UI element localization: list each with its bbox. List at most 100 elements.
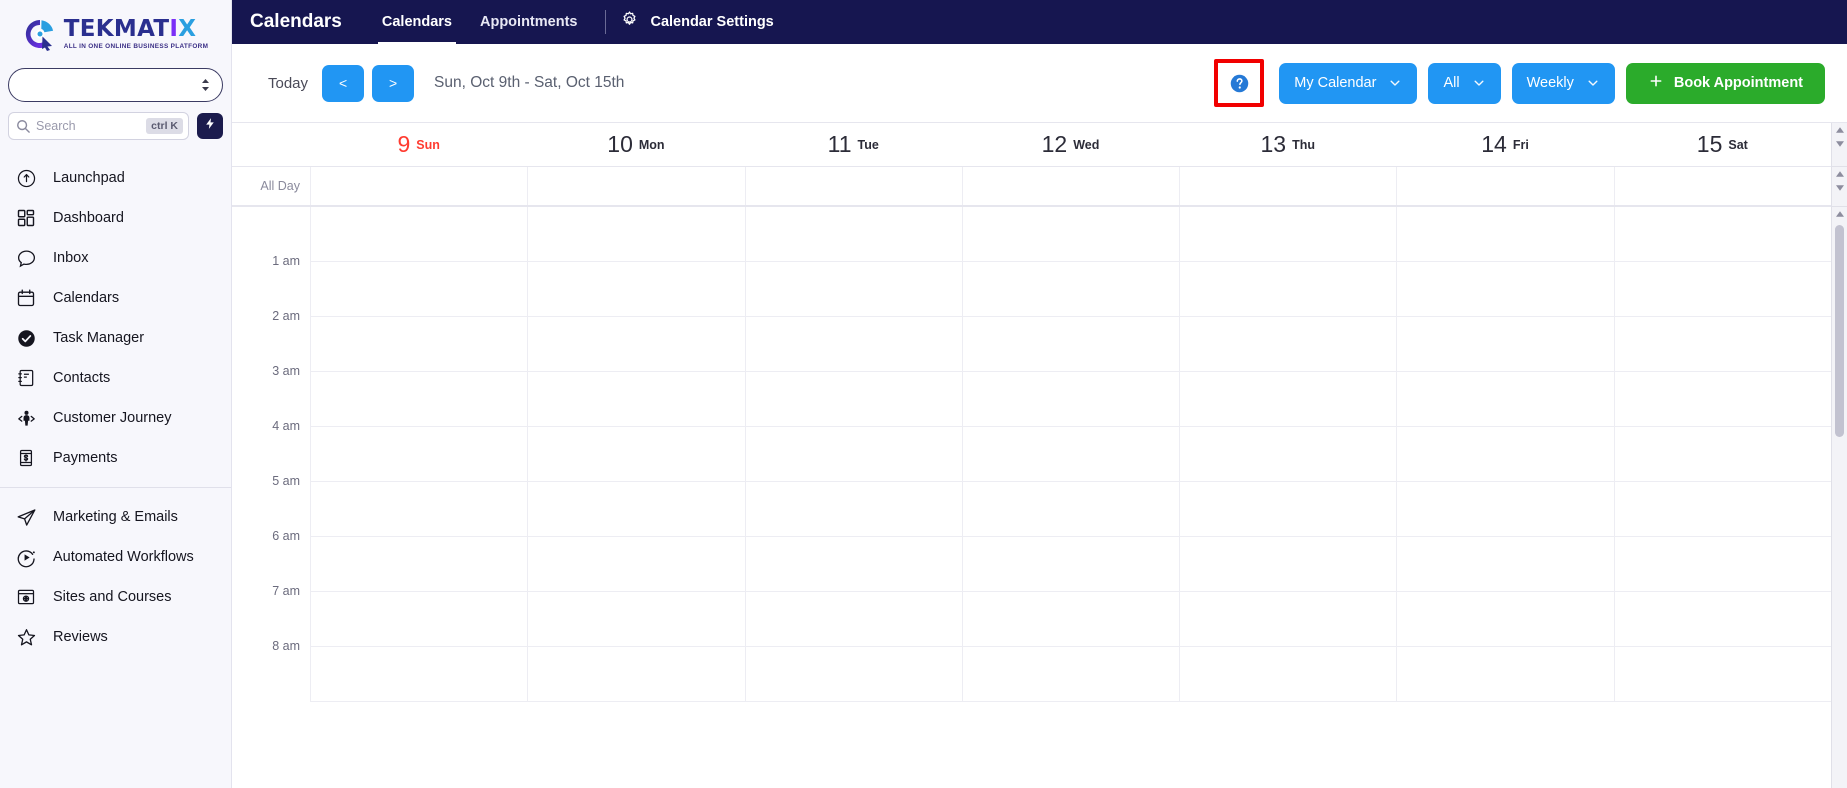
time-cell[interactable] <box>962 317 1180 372</box>
time-cell[interactable] <box>745 317 962 372</box>
time-cell[interactable] <box>311 647 528 702</box>
time-cell[interactable] <box>1397 537 1614 592</box>
time-cell[interactable] <box>1180 317 1397 372</box>
time-cell[interactable] <box>1397 372 1614 427</box>
search-input[interactable]: Search ctrl K <box>8 112 189 140</box>
calendar-settings-button[interactable]: Calendar Settings <box>620 10 774 34</box>
calendar-filter-dropdown[interactable]: My Calendar <box>1279 62 1418 104</box>
time-cell[interactable] <box>528 482 745 537</box>
time-cell[interactable] <box>528 207 745 262</box>
time-cell[interactable] <box>745 372 962 427</box>
time-cell[interactable] <box>1180 482 1397 537</box>
day-header-fri[interactable]: 14 Fri <box>1396 123 1613 166</box>
sidebar-item-launchpad[interactable]: Launchpad <box>0 158 231 198</box>
scrollbar-track[interactable] <box>1832 207 1847 788</box>
time-cell[interactable] <box>962 592 1180 647</box>
time-cell[interactable] <box>311 262 528 317</box>
sidebar-item-marketing-emails[interactable]: Marketing & Emails <box>0 497 231 537</box>
all-day-cell[interactable] <box>527 167 744 205</box>
account-select[interactable] <box>8 68 223 102</box>
sidebar-item-payments[interactable]: Payments <box>0 438 231 478</box>
time-grid-scroll[interactable]: 1 am 2 am 3 am 4 am 5 am 6 am 7 am 8 am <box>232 207 1831 788</box>
time-cell[interactable] <box>311 372 528 427</box>
scrollbar-thumb[interactable] <box>1835 225 1844 437</box>
next-week-button[interactable]: > <box>372 64 415 102</box>
time-cell[interactable] <box>1614 482 1831 537</box>
group-filter-dropdown[interactable]: All <box>1428 62 1501 104</box>
time-cell[interactable] <box>1397 317 1614 372</box>
all-day-cell[interactable] <box>310 167 527 205</box>
day-column[interactable] <box>527 207 745 702</box>
scroll-up-icon[interactable] <box>1832 167 1847 181</box>
time-cell[interactable] <box>528 262 745 317</box>
brand-logo[interactable]: TEKMATIX ALL IN ONE ONLINE BUSINESS PLAT… <box>0 0 231 62</box>
previous-week-button[interactable]: < <box>322 64 365 102</box>
time-cell[interactable] <box>1180 372 1397 427</box>
time-cell[interactable] <box>962 207 1180 262</box>
scroll-down-icon[interactable] <box>1832 137 1847 151</box>
day-header-sun[interactable]: 9 Sun <box>310 123 527 166</box>
book-appointment-button[interactable]: Book Appointment <box>1625 62 1825 104</box>
time-cell[interactable] <box>528 647 745 702</box>
time-cell[interactable] <box>1397 207 1614 262</box>
all-day-cell[interactable] <box>961 167 1179 205</box>
time-cell[interactable] <box>1180 592 1397 647</box>
time-cell[interactable] <box>962 647 1180 702</box>
time-cell[interactable] <box>528 537 745 592</box>
tab-appointments[interactable]: Appointments <box>466 0 591 44</box>
time-cell[interactable] <box>962 262 1180 317</box>
day-column[interactable] <box>1179 207 1397 702</box>
time-cell[interactable] <box>962 427 1180 482</box>
quick-action-button[interactable] <box>197 113 223 139</box>
time-cell[interactable] <box>1614 647 1831 702</box>
day-header-thu[interactable]: 13 Thu <box>1179 123 1396 166</box>
time-cell[interactable] <box>528 372 745 427</box>
time-cell[interactable] <box>1180 207 1397 262</box>
sidebar-item-sites-and-courses[interactable]: Sites and Courses <box>0 577 231 617</box>
time-cell[interactable] <box>311 537 528 592</box>
time-cell[interactable] <box>745 207 962 262</box>
time-cell[interactable] <box>1614 317 1831 372</box>
scroll-down-icon[interactable] <box>1832 181 1847 195</box>
time-cell[interactable] <box>1397 427 1614 482</box>
all-day-cell[interactable] <box>744 167 962 205</box>
time-cell[interactable] <box>311 427 528 482</box>
time-cell[interactable] <box>1397 592 1614 647</box>
sidebar-item-inbox[interactable]: Inbox <box>0 238 231 278</box>
time-cell[interactable] <box>962 372 1180 427</box>
time-cell[interactable] <box>528 427 745 482</box>
calendar-scrollbar[interactable] <box>1831 123 1847 788</box>
day-column[interactable] <box>961 207 1180 702</box>
today-button[interactable]: Today <box>254 75 322 92</box>
sidebar-item-dashboard[interactable]: Dashboard <box>0 198 231 238</box>
sidebar-item-reviews[interactable]: Reviews <box>0 617 231 657</box>
day-header-sat[interactable]: 15 Sat <box>1614 123 1831 166</box>
time-cell[interactable] <box>1614 262 1831 317</box>
time-cell[interactable] <box>1614 427 1831 482</box>
time-cell[interactable] <box>311 317 528 372</box>
all-day-cell[interactable] <box>1396 167 1613 205</box>
sidebar-item-customer-journey[interactable]: Customer Journey <box>0 398 231 438</box>
time-cell[interactable] <box>1180 427 1397 482</box>
time-cell[interactable] <box>311 207 528 262</box>
time-cell[interactable] <box>1180 537 1397 592</box>
time-cell[interactable] <box>1397 262 1614 317</box>
tab-calendars[interactable]: Calendars <box>368 0 466 44</box>
day-column[interactable] <box>1396 207 1614 702</box>
sidebar-item-contacts[interactable]: Contacts <box>0 358 231 398</box>
time-cell[interactable] <box>745 592 962 647</box>
time-cell[interactable] <box>1614 372 1831 427</box>
time-cell[interactable] <box>962 537 1180 592</box>
day-column[interactable] <box>310 207 528 702</box>
all-day-cell[interactable] <box>1613 167 1831 205</box>
day-column[interactable] <box>744 207 962 702</box>
scroll-up-icon[interactable] <box>1832 123 1847 137</box>
sidebar-item-automated-workflows[interactable]: Automated Workflows <box>0 537 231 577</box>
time-cell[interactable] <box>528 317 745 372</box>
day-header-mon[interactable]: 10 Mon <box>527 123 744 166</box>
time-cell[interactable] <box>1180 647 1397 702</box>
time-cell[interactable] <box>1614 592 1831 647</box>
sidebar-item-task-manager[interactable]: Task Manager <box>0 318 231 358</box>
time-cell[interactable] <box>745 482 962 537</box>
all-day-cell[interactable] <box>1179 167 1396 205</box>
